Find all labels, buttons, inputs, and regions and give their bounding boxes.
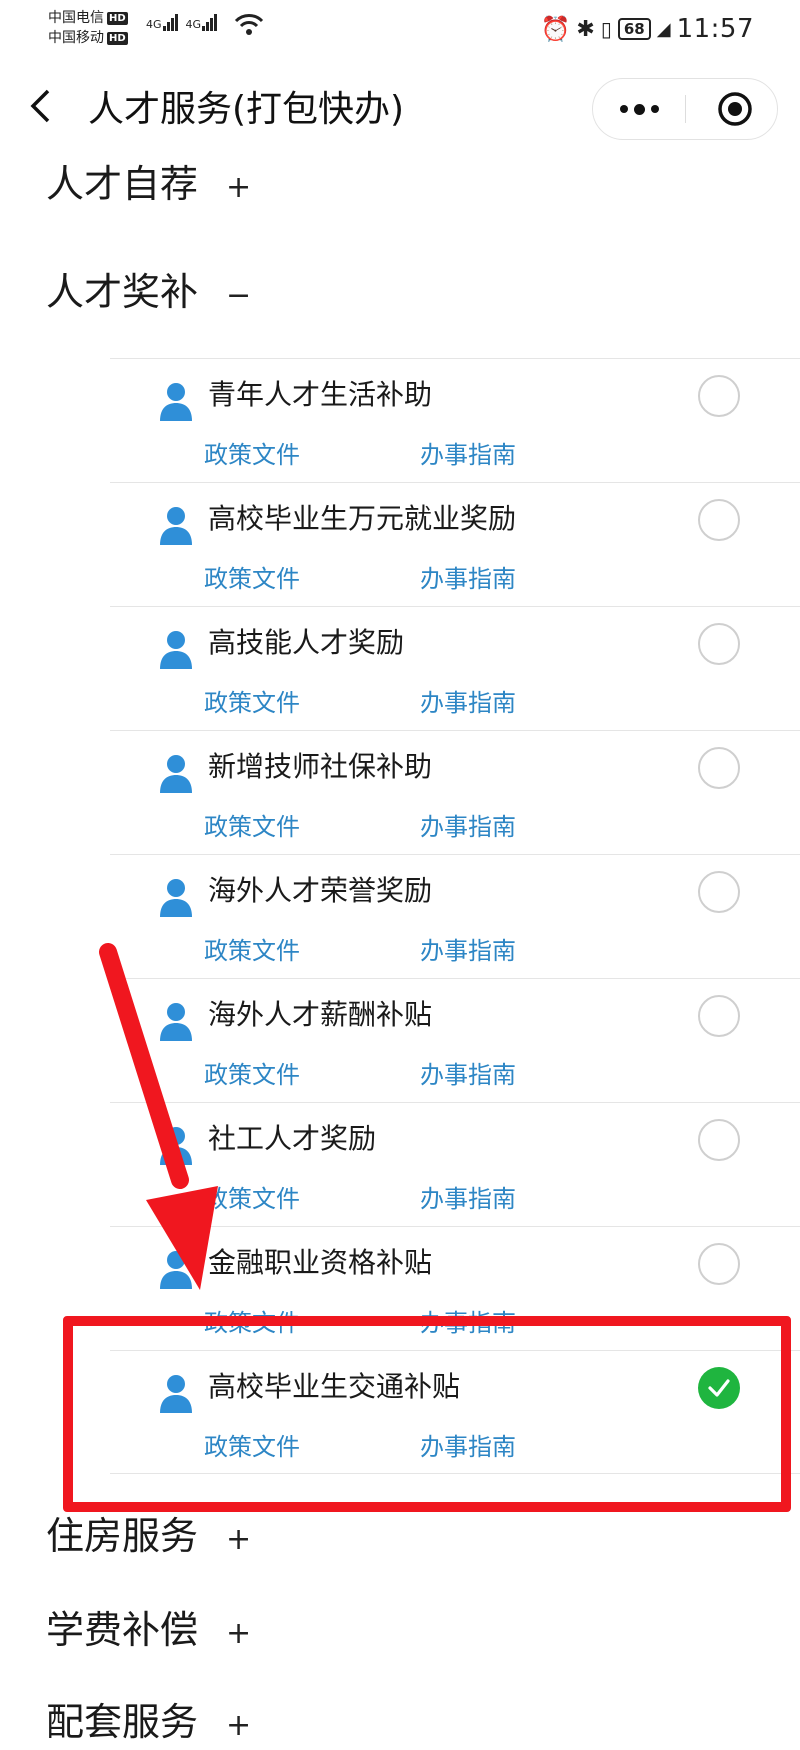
carrier-2: 中国移动 (48, 30, 104, 46)
select-radio[interactable] (698, 623, 740, 665)
policy-document-link[interactable]: 政策文件 (204, 687, 300, 719)
more-icon-dot (633, 103, 645, 115)
person-icon (160, 507, 192, 545)
nav-bar: 人才服务(打包快办) (0, 60, 800, 160)
signal-icons: 4G 4G (146, 14, 218, 31)
award-item-list: 青年人才生活补助 政策文件 办事指南 高校毕业生万元就业奖励 政策文件 办事指南 高技能人才… (110, 358, 800, 1474)
select-radio[interactable] (698, 995, 740, 1037)
policy-document-link[interactable]: 政策文件 (204, 935, 300, 967)
vibrate-icon: ▯ (600, 17, 612, 41)
list-item[interactable]: 新增技师社保补助政策文件 办事指南 (110, 730, 800, 854)
person-icon (160, 755, 192, 793)
hd-badge: HD (107, 11, 128, 25)
service-guide-link[interactable]: 办事指南 (420, 811, 516, 843)
capsule-divider (685, 95, 686, 123)
carrier-info: 中国电信 HD 中国移动 HD (48, 8, 128, 48)
hd-badge: HD (107, 31, 128, 45)
service-guide-link[interactable]: 办事指南 (420, 935, 516, 967)
carrier-1: 中国电信 (48, 10, 104, 26)
back-button[interactable] (28, 88, 52, 131)
person-icon (160, 383, 192, 421)
list-item[interactable]: 海外人才薪酬补贴政策文件 办事指南 (110, 978, 800, 1102)
page-title: 人才服务(打包快办) (88, 89, 405, 130)
item-name: 新增技师社保补助 (208, 750, 433, 783)
collapse-icon: − (226, 278, 252, 313)
list-item[interactable]: 高校毕业生万元就业奖励政策文件 办事指南 (110, 482, 800, 606)
leaf-icon: ◢ (656, 18, 671, 40)
section-awards[interactable]: 人才奖补 − (46, 268, 251, 320)
chevron-left-icon (30, 89, 50, 123)
status-bar: 中国电信 HD 中国移动 HD 4G 4G ⏰ ✱ ▯ 68 ◢ 11:57 (0, 0, 800, 56)
system-icons: ⏰ ✱ ▯ 68 ◢ 11:57 (541, 14, 755, 44)
section-label: 配套服务 (46, 1700, 199, 1744)
section-label: 学费补偿 (46, 1608, 199, 1652)
person-icon (160, 631, 192, 669)
item-name: 高校毕业生万元就业奖励 (208, 502, 517, 535)
section-label: 住房服务 (46, 1514, 199, 1558)
service-guide-link[interactable]: 办事指南 (420, 687, 516, 719)
policy-document-link[interactable]: 政策文件 (204, 439, 300, 471)
item-name: 海外人才荣誉奖励 (208, 874, 433, 907)
select-radio[interactable] (698, 1243, 740, 1285)
bluetooth-icon: ✱ (576, 16, 595, 42)
expand-icon: + (226, 1616, 252, 1651)
section-label: 人才奖补 (46, 270, 199, 314)
clock: 11:57 (676, 14, 754, 44)
item-name: 青年人才生活补助 (208, 378, 433, 411)
section-label: 人才自荐 (46, 162, 199, 206)
battery-indicator: 68 (617, 18, 651, 40)
section-housing[interactable]: 住房服务 + (46, 1512, 251, 1564)
item-name: 社工人才奖励 (208, 1122, 377, 1155)
highlight-box (63, 1316, 791, 1512)
close-miniprogram-button[interactable] (717, 91, 753, 127)
expand-icon: + (226, 1708, 252, 1743)
policy-document-link[interactable]: 政策文件 (204, 811, 300, 843)
person-icon (160, 879, 192, 917)
list-item[interactable]: 海外人才荣誉奖励政策文件 办事指南 (110, 854, 800, 978)
service-guide-link[interactable]: 办事指南 (420, 1183, 516, 1215)
person-icon (160, 1127, 192, 1165)
select-radio[interactable] (698, 1119, 740, 1161)
list-item[interactable]: 高技能人才奖励政策文件 办事指南 (110, 606, 800, 730)
expand-icon: + (226, 1522, 252, 1557)
service-guide-link[interactable]: 办事指南 (420, 1059, 516, 1091)
section-self-recommend[interactable]: 人才自荐 + (46, 160, 251, 212)
policy-document-link[interactable]: 政策文件 (204, 1183, 300, 1215)
select-radio[interactable] (698, 871, 740, 913)
more-button[interactable] (593, 79, 685, 139)
policy-document-link[interactable]: 政策文件 (204, 1059, 300, 1091)
more-icon (619, 105, 628, 113)
select-radio[interactable] (698, 499, 740, 541)
select-radio[interactable] (698, 747, 740, 789)
section-supporting[interactable]: 配套服务 + (46, 1698, 251, 1750)
more-icon-dot (650, 105, 659, 113)
signal-icon: 4G (186, 14, 218, 31)
section-tuition[interactable]: 学费补偿 + (46, 1606, 251, 1658)
alarm-icon: ⏰ (540, 15, 571, 43)
signal-icon: 4G (146, 14, 178, 31)
item-name: 高技能人才奖励 (208, 626, 405, 659)
miniprogram-capsule (592, 78, 778, 140)
item-name: 金融职业资格补贴 (208, 1246, 433, 1279)
list-item[interactable]: 社工人才奖励政策文件 办事指南 (110, 1102, 800, 1226)
list-item[interactable]: 青年人才生活补助政策文件 办事指南 (110, 358, 800, 482)
person-icon (160, 1251, 192, 1289)
person-icon (160, 1003, 192, 1041)
item-name: 海外人才薪酬补贴 (208, 998, 433, 1031)
policy-document-link[interactable]: 政策文件 (204, 563, 300, 595)
service-guide-link[interactable]: 办事指南 (420, 439, 516, 471)
wifi-icon (234, 14, 264, 35)
expand-icon: + (226, 170, 252, 205)
service-guide-link[interactable]: 办事指南 (420, 563, 516, 595)
select-radio[interactable] (698, 375, 740, 417)
